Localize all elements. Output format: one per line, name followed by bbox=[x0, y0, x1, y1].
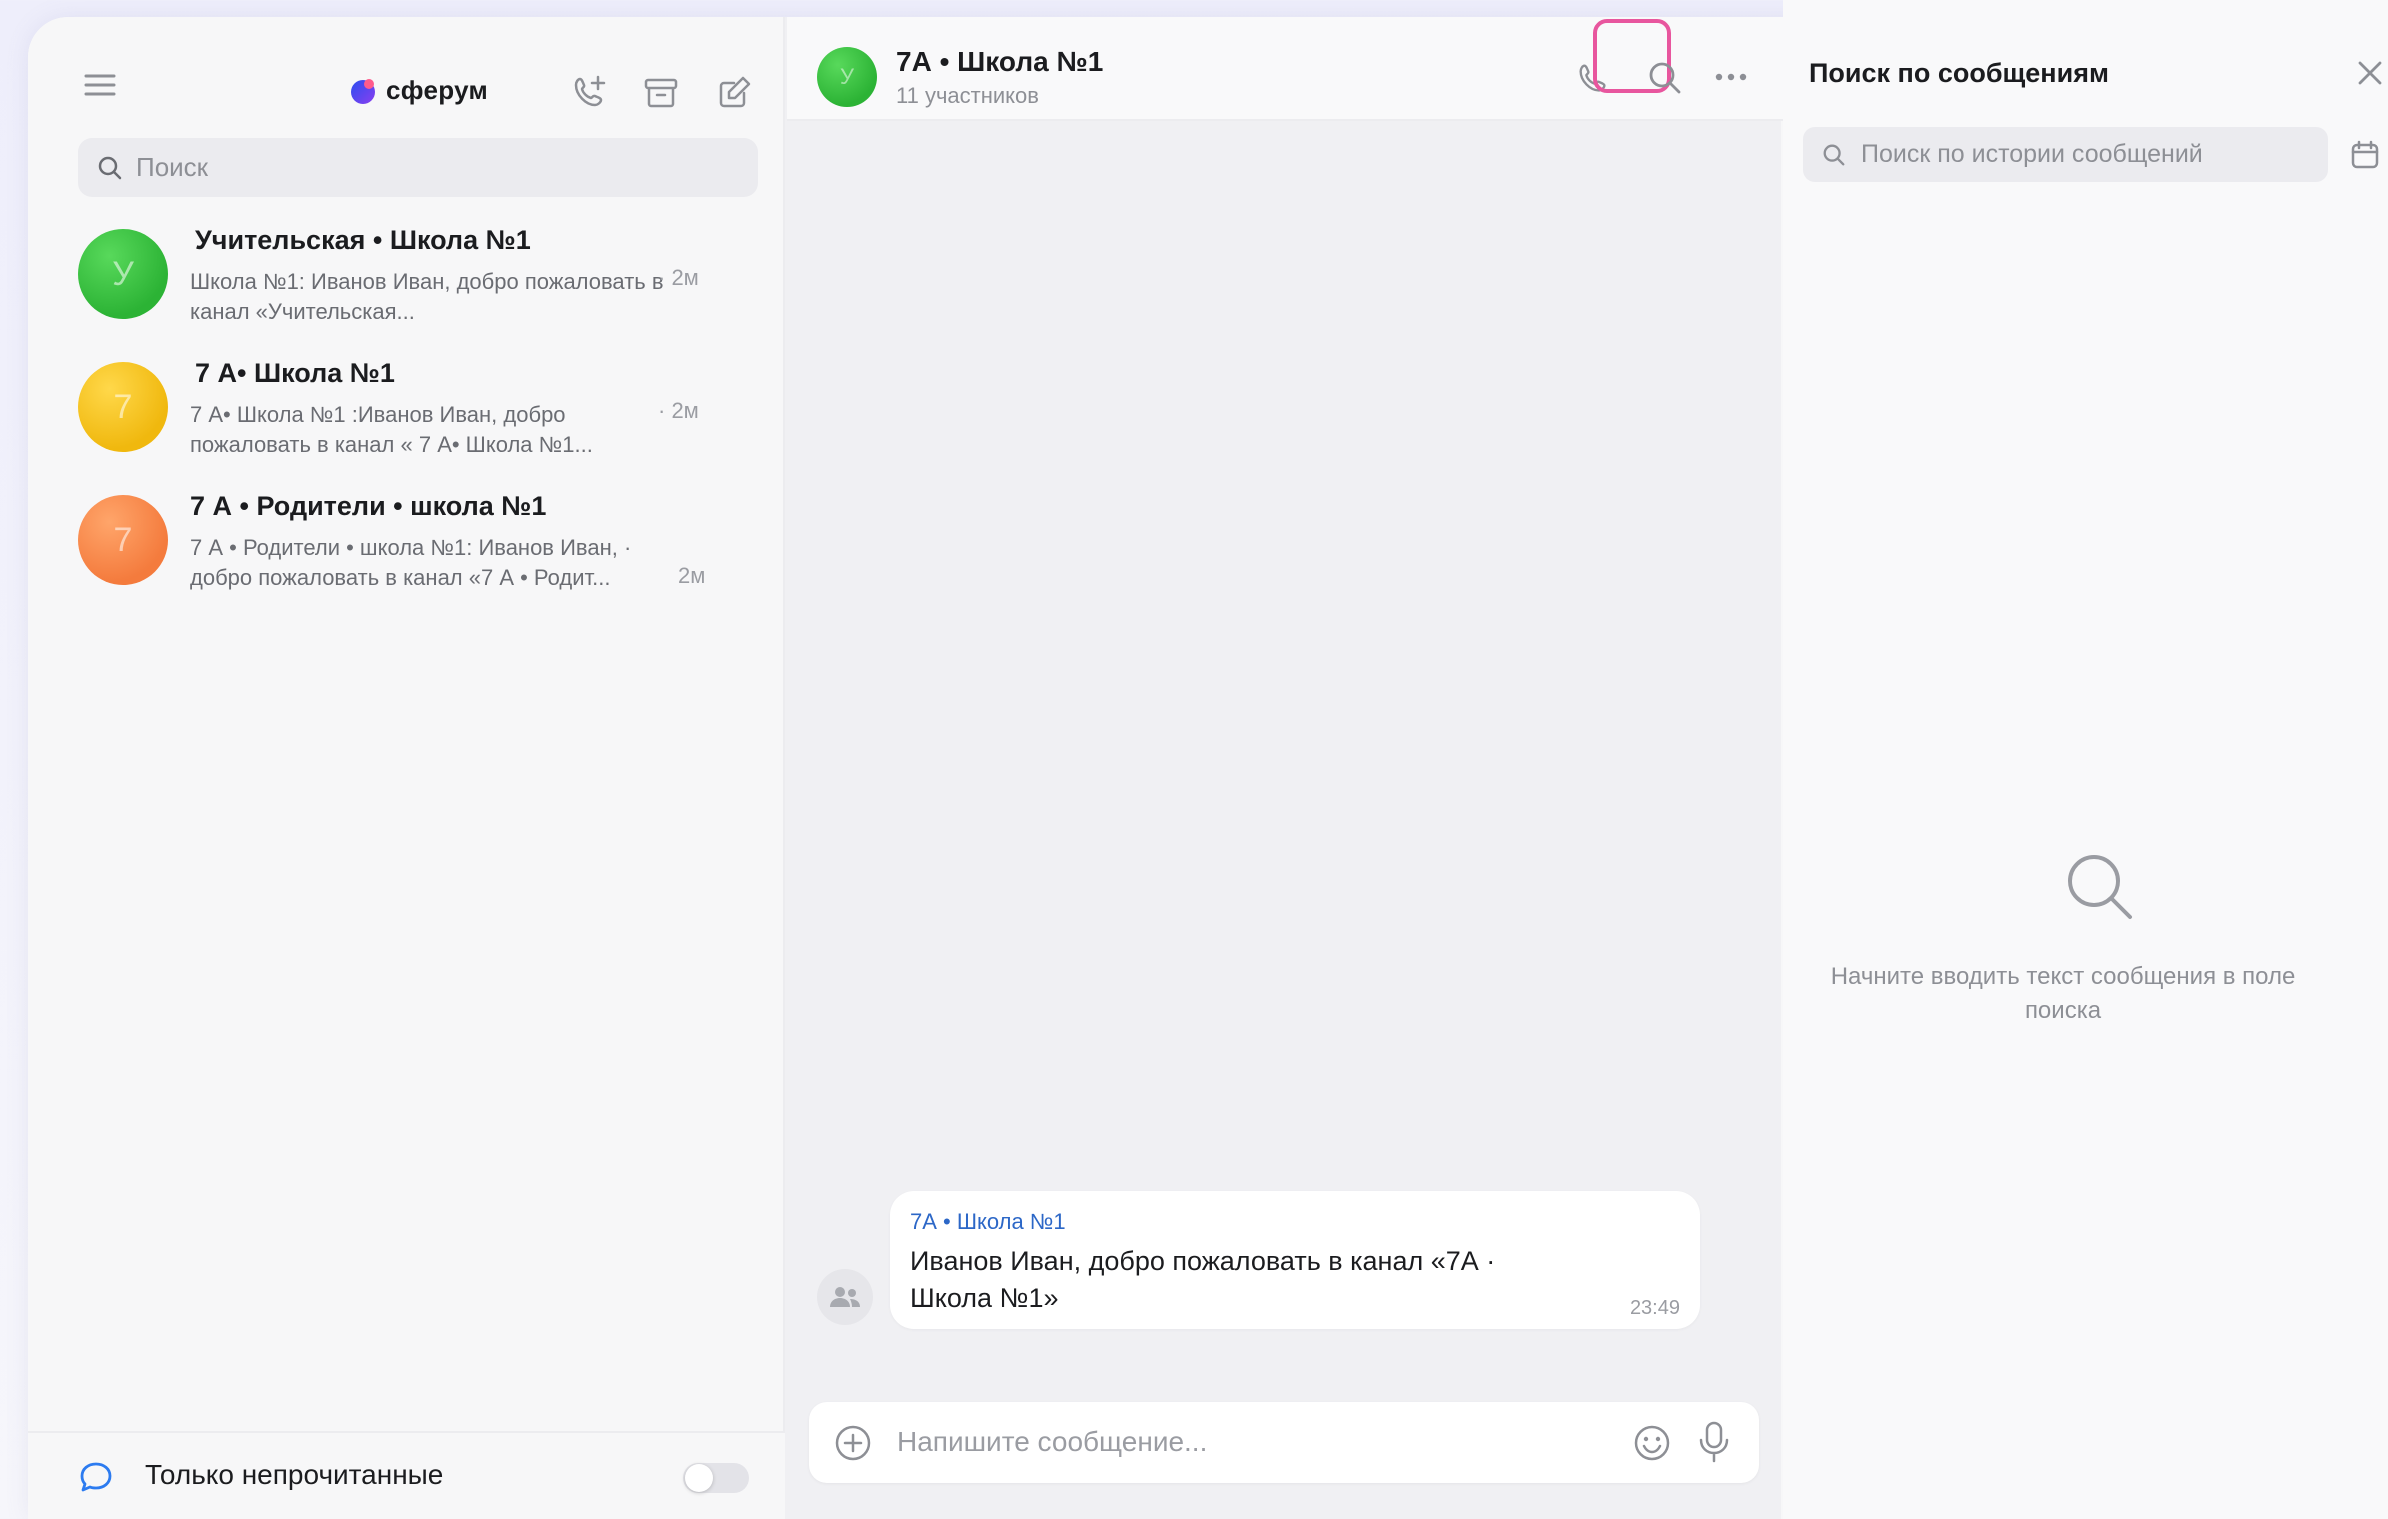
logo-text: сферум bbox=[386, 75, 489, 105]
avatar-letter: У bbox=[840, 64, 854, 89]
chat-title: 7 А • Родители • школа №1 bbox=[190, 491, 547, 521]
chat-time: · 2м bbox=[658, 398, 699, 423]
avatar-letter: У bbox=[112, 254, 134, 293]
search-panel-title: Поиск по сообщениям bbox=[1809, 58, 2109, 88]
emoji-icon[interactable] bbox=[1632, 1423, 1672, 1463]
message-search-icon[interactable] bbox=[1647, 60, 1683, 96]
toggle-knob bbox=[685, 1464, 713, 1492]
chat-title: Учительская • Школа №1 bbox=[195, 225, 531, 255]
chat-preview: 7 А • Родители • школа №1: Иванов Иван, … bbox=[190, 535, 632, 590]
message-text: Иванов Иван, добро пожаловать в канал «7… bbox=[910, 1246, 1496, 1313]
empty-search-icon bbox=[2068, 855, 2132, 919]
search-icon bbox=[1823, 144, 1845, 165]
compose-icon[interactable] bbox=[714, 73, 754, 113]
sferum-logo-icon bbox=[351, 78, 375, 104]
chat-list-item[interactable]: 7 7 А • Родители • школа №1 7 А • Родите… bbox=[28, 491, 785, 624]
call-add-icon[interactable] bbox=[570, 73, 610, 113]
chat-search-box bbox=[78, 138, 758, 197]
avatar-letter: 7 bbox=[113, 387, 133, 426]
calendar-icon[interactable] bbox=[2349, 139, 2381, 171]
avatar-letter: 7 bbox=[113, 520, 133, 559]
unread-only-label: Только непрочитанные bbox=[145, 1459, 444, 1490]
history-search-box bbox=[1803, 127, 2328, 182]
chat-bubble-icon bbox=[80, 1462, 112, 1492]
history-search-input[interactable] bbox=[1861, 140, 2321, 169]
chat-preview: Школа №1: Иванов Иван, добро пожаловать … bbox=[190, 269, 664, 324]
attach-plus-icon[interactable] bbox=[833, 1423, 873, 1463]
chat-preview: 7 А• Школа №1 :Иванов Иван, добро пожало… bbox=[190, 402, 593, 457]
chat-time: · 2м bbox=[658, 265, 699, 290]
sidebar: сферум У bbox=[28, 17, 785, 1519]
chat-list-item[interactable]: У Учительская • Школа №1 Школа №1: Ивано… bbox=[28, 225, 785, 358]
avatar: 7 bbox=[78, 362, 168, 452]
group-avatar bbox=[817, 1269, 873, 1325]
chat-time: 2м bbox=[678, 563, 706, 588]
archive-icon[interactable] bbox=[641, 73, 681, 113]
message-time: 23:49 bbox=[1629, 1297, 1680, 1319]
chat-search-input[interactable] bbox=[136, 152, 696, 183]
avatar: У bbox=[78, 229, 168, 319]
chat-title: 7 А• Школа №1 bbox=[195, 358, 395, 388]
message-bubble[interactable]: 7А • Школа №1 Иванов Иван, добро пожалов… bbox=[890, 1191, 1700, 1329]
chat-list-item[interactable]: 7 7 А• Школа №1 7 А• Школа №1 :Иванов Ив… bbox=[28, 358, 785, 491]
avatar: 7 bbox=[78, 495, 168, 585]
chat-avatar: У bbox=[817, 47, 877, 107]
chat-list: У Учительская • Школа №1 Школа №1: Ивано… bbox=[28, 225, 785, 624]
message-composer bbox=[809, 1402, 1759, 1483]
more-icon[interactable] bbox=[1714, 70, 1748, 84]
close-icon[interactable] bbox=[2355, 58, 2385, 88]
chat-title[interactable]: 7А • Школа №1 bbox=[896, 46, 1103, 78]
chat-members-count: 11 участников bbox=[896, 83, 1039, 108]
search-empty-hint: Начните вводить текст сообщения в поле п… bbox=[1830, 963, 2296, 1024]
sidebar-toolbar: сферум bbox=[28, 17, 785, 143]
unread-filter-bar: Только непрочитанные bbox=[28, 1431, 785, 1519]
message-search-panel: Поиск по сообщениям Начните вводить текс… bbox=[1783, 0, 2388, 1519]
app-logo: сферум bbox=[348, 75, 488, 106]
microphone-icon[interactable] bbox=[1696, 1420, 1732, 1464]
message-sender[interactable]: 7А • Школа №1 bbox=[910, 1209, 1066, 1235]
message-input[interactable] bbox=[897, 1422, 1587, 1462]
search-icon bbox=[98, 156, 122, 179]
group-icon bbox=[830, 1287, 860, 1307]
unread-only-toggle[interactable] bbox=[683, 1463, 749, 1493]
menu-icon[interactable] bbox=[80, 65, 120, 105]
